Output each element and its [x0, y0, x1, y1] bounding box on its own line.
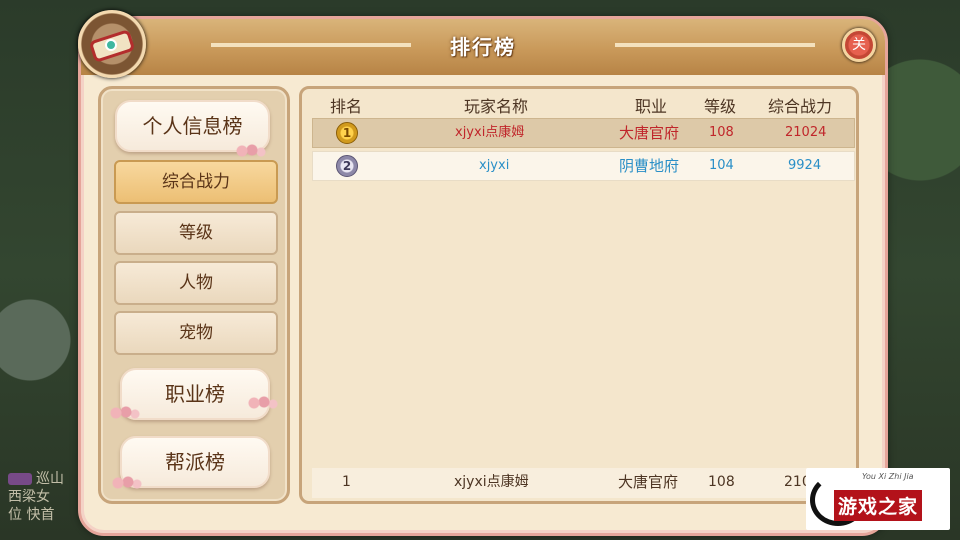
bg-line-3: 位 快首 [8, 507, 55, 523]
header-power: 综合战力 [768, 97, 833, 116]
site-watermark-logo: You Xi Zhi Jia 游戏之家 [806, 468, 950, 530]
blossom-decoration [112, 476, 142, 490]
category-profession[interactable]: 职业榜 [120, 368, 270, 420]
window-title: 排行榜 [450, 35, 516, 59]
bg-line-2: 西梁女 [8, 489, 50, 505]
header-rank: 排名 [330, 97, 363, 116]
player-power: 21024 [785, 125, 827, 140]
background-quest-text: 巡山 西梁女 位 快首 [8, 470, 88, 524]
my-job: 大唐官府 [618, 473, 679, 491]
player-level: 108 [709, 125, 734, 140]
gold-medal-icon: 1 [336, 122, 358, 144]
my-name: xjyxi点康姆 [454, 474, 529, 490]
table-row[interactable]: 1 xjyxi点康姆 大唐官府 108 21024 [312, 118, 855, 148]
gem-icon [105, 39, 117, 51]
player-name: xjyxi [479, 158, 510, 173]
player-name: xjyxi点康姆 [455, 125, 525, 140]
blossom-decoration [236, 144, 266, 158]
watermark-small-text: You Xi Zhi Jia [862, 472, 914, 481]
window-titlebar: 排行榜 [81, 19, 885, 75]
tab-character[interactable]: 人物 [114, 261, 278, 305]
tab-level[interactable]: 等级 [114, 211, 278, 255]
bg-line-1: 巡山 [36, 471, 64, 487]
player-job: 大唐官府 [619, 124, 680, 142]
scroll-emblem-icon [78, 10, 146, 78]
ranking-table-panel [299, 86, 859, 504]
my-rank-row: 1 xjyxi点康姆 大唐官府 108 210 [312, 468, 855, 498]
silver-medal-icon: 2 [336, 155, 358, 177]
quest-tag-icon [8, 473, 32, 485]
tab-pet[interactable]: 宠物 [114, 311, 278, 355]
table-row[interactable]: 2 xjyxi 阴曹地府 104 9924 [312, 151, 855, 181]
header-player-name: 玩家名称 [464, 97, 529, 116]
my-rank: 1 [342, 474, 351, 490]
player-job: 阴曹地府 [619, 157, 680, 175]
blossom-decoration [248, 396, 278, 410]
header-job: 职业 [635, 97, 668, 116]
header-level: 等级 [704, 97, 737, 116]
watermark-brand: 游戏之家 [834, 490, 923, 521]
my-level: 108 [708, 474, 735, 490]
player-power: 9924 [788, 158, 822, 173]
blossom-decoration [110, 406, 140, 420]
category-guild[interactable]: 帮派榜 [120, 436, 270, 488]
tab-combined-power[interactable]: 综合战力 [114, 160, 278, 204]
close-button[interactable]: 关 [842, 28, 876, 62]
player-level: 104 [709, 158, 734, 173]
